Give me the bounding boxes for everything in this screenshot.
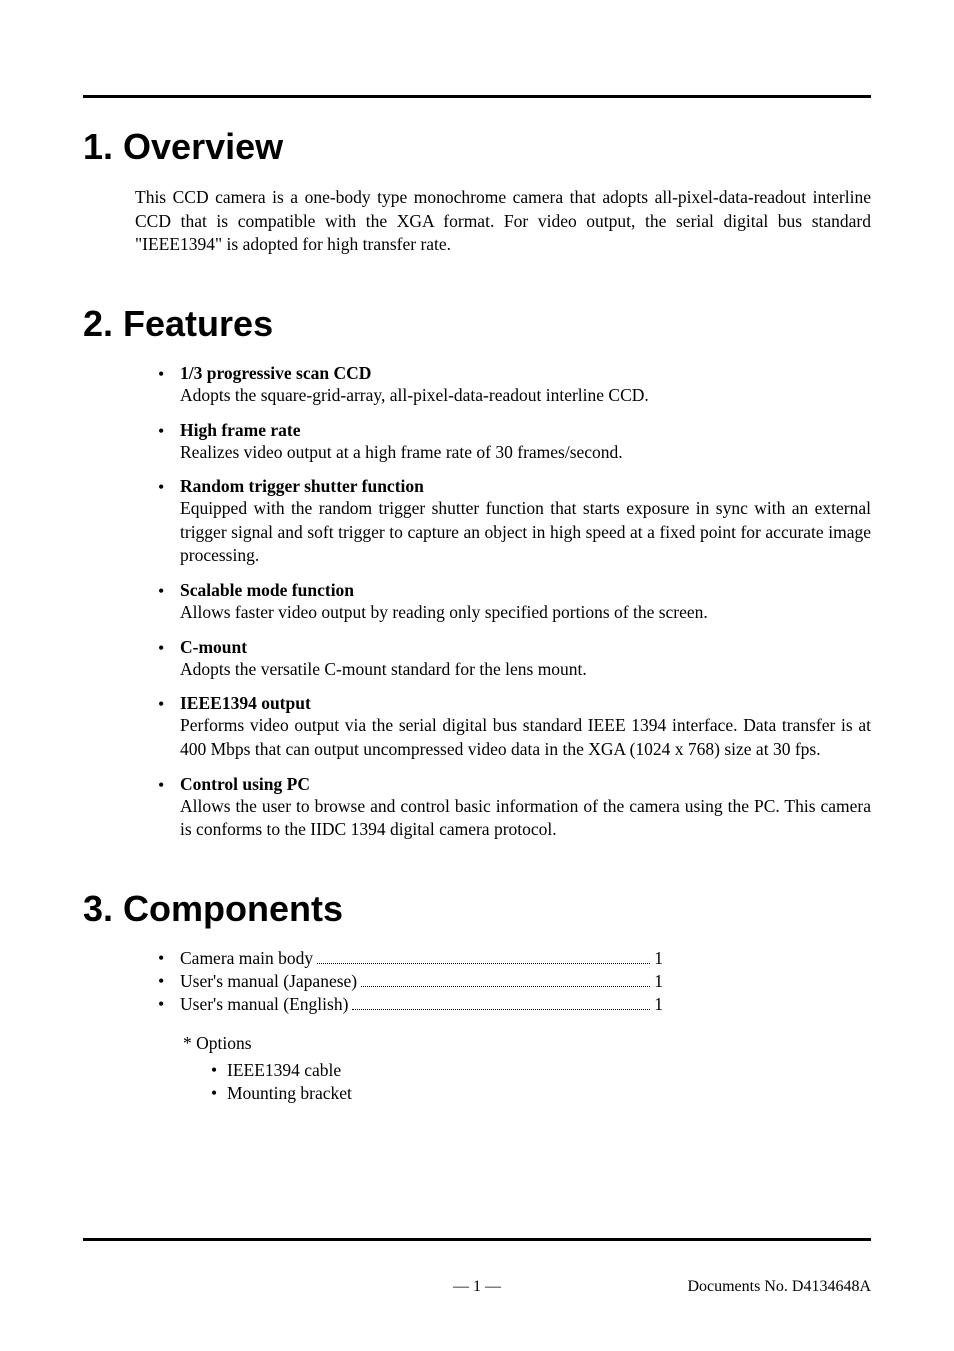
- component-item: Camera main body 1: [158, 948, 663, 969]
- top-rule: [83, 95, 871, 98]
- component-label: User's manual (Japanese): [180, 971, 357, 992]
- bottom-rule: [83, 1238, 871, 1241]
- features-list: 1/3 progressive scan CCD Adopts the squa…: [158, 363, 871, 842]
- feature-item: Scalable mode function Allows faster vid…: [158, 580, 871, 625]
- leader-dots: [352, 1009, 650, 1010]
- leader-dots: [361, 986, 650, 987]
- document-number: Documents No. D4134648A: [687, 1278, 871, 1296]
- feature-title: 1/3 progressive scan CCD: [180, 363, 871, 384]
- component-item: User's manual (English) 1: [158, 994, 663, 1015]
- feature-item: 1/3 progressive scan CCD Adopts the squa…: [158, 363, 871, 408]
- feature-desc: Realizes video output at a high frame ra…: [180, 441, 871, 465]
- component-item: User's manual (Japanese) 1: [158, 971, 663, 992]
- option-item: IEEE1394 cable: [211, 1060, 871, 1081]
- options-list: IEEE1394 cable Mounting bracket: [211, 1060, 871, 1104]
- feature-title: Random trigger shutter function: [180, 476, 871, 497]
- feature-title: C-mount: [180, 637, 871, 658]
- options-block: * Options IEEE1394 cable Mounting bracke…: [183, 1033, 871, 1104]
- page-footer: — 1 — Documents No. D4134648A: [83, 1278, 871, 1296]
- option-item: Mounting bracket: [211, 1083, 871, 1104]
- section-1-body: This CCD camera is a one-body type monoc…: [135, 186, 871, 257]
- feature-title: Control using PC: [180, 774, 871, 795]
- feature-title: IEEE1394 output: [180, 693, 871, 714]
- feature-desc: Adopts the versatile C-mount standard fo…: [180, 658, 871, 682]
- feature-title: High frame rate: [180, 420, 871, 441]
- feature-desc: Adopts the square-grid-array, all-pixel-…: [180, 384, 871, 408]
- feature-desc: Allows faster video output by reading on…: [180, 601, 871, 625]
- component-label: User's manual (English): [180, 994, 348, 1015]
- feature-item: C-mount Adopts the versatile C-mount sta…: [158, 637, 871, 682]
- component-label: Camera main body: [180, 948, 313, 969]
- feature-desc: Equipped with the random trigger shutter…: [180, 497, 871, 568]
- feature-desc: Performs video output via the serial dig…: [180, 714, 871, 761]
- component-qty: 1: [654, 948, 663, 969]
- section-1-title: 1. Overview: [83, 126, 871, 168]
- feature-item: IEEE1394 output Performs video output vi…: [158, 693, 871, 761]
- feature-item: Control using PC Allows the user to brow…: [158, 774, 871, 842]
- feature-item: Random trigger shutter function Equipped…: [158, 476, 871, 568]
- section-3-title: 3. Components: [83, 888, 871, 930]
- component-qty: 1: [654, 971, 663, 992]
- feature-item: High frame rate Realizes video output at…: [158, 420, 871, 465]
- leader-dots: [317, 963, 650, 964]
- component-qty: 1: [654, 994, 663, 1015]
- page-number: — 1 —: [453, 1278, 501, 1296]
- feature-desc: Allows the user to browse and control ba…: [180, 795, 871, 842]
- components-list: Camera main body 1 User's manual (Japane…: [158, 948, 663, 1015]
- section-2-title: 2. Features: [83, 303, 871, 345]
- feature-title: Scalable mode function: [180, 580, 871, 601]
- options-label: * Options: [183, 1033, 871, 1054]
